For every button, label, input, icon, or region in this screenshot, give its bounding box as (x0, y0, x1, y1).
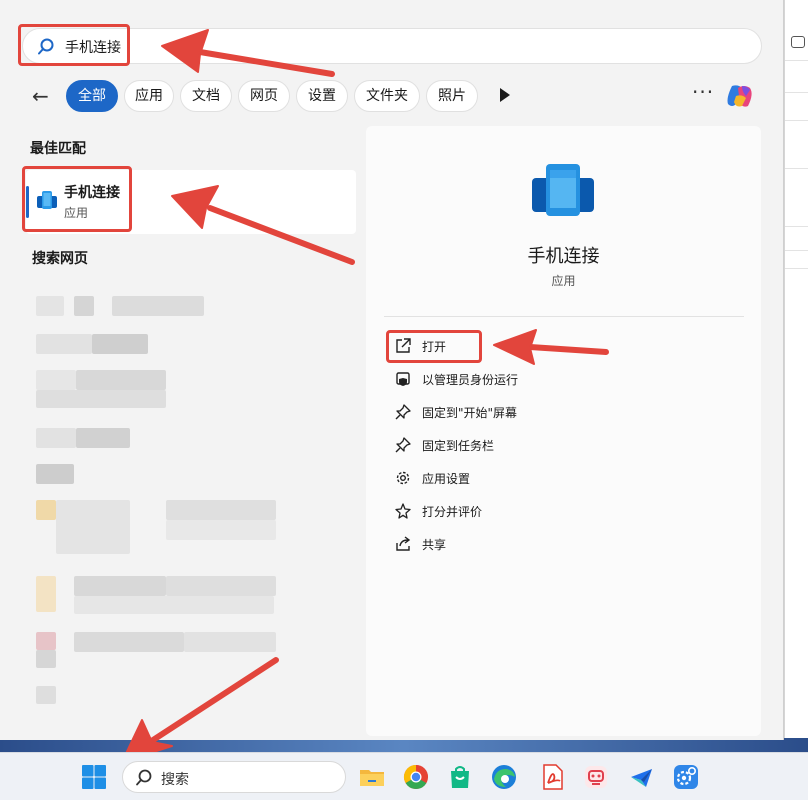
settings-app-icon[interactable] (672, 763, 700, 791)
action-run-as-admin-label: 以管理员身份运行 (422, 373, 519, 387)
action-app-settings-label: 应用设置 (422, 472, 471, 486)
search-panel: 手机连接 ← 全部 应用 文档 网页 设置 文件夹 照片 ··· 最佳匹配 手机… (0, 0, 784, 740)
share-icon (396, 536, 411, 551)
chat-icon (791, 36, 805, 48)
web-search-title: 搜索网页 (32, 251, 88, 267)
preview-app-name: 手机连接 (527, 246, 600, 267)
action-pin-start-label: 固定到"开始"屏幕 (422, 406, 518, 420)
filter-settings[interactable]: 设置 (296, 80, 348, 112)
filter-documents[interactable]: 文档 (180, 80, 232, 112)
back-arrow-icon[interactable]: ← (32, 86, 54, 108)
phone-link-large-icon (532, 164, 594, 216)
file-explorer-icon[interactable] (358, 763, 386, 791)
pin-icon (395, 404, 411, 420)
annotation-box-best-match (22, 166, 132, 232)
action-pin-start[interactable]: 固定到"开始"屏幕 (392, 398, 592, 426)
filter-apps[interactable]: 应用 (124, 80, 174, 112)
more-options-icon[interactable]: ··· (692, 80, 714, 104)
filter-folders[interactable]: 文件夹 (354, 80, 420, 112)
store-bag-icon[interactable] (446, 763, 474, 791)
background-window (784, 0, 808, 740)
action-pin-taskbar-label: 固定到任务栏 (422, 439, 495, 453)
chrome-icon[interactable] (402, 763, 430, 791)
filter-all[interactable]: 全部 (66, 80, 118, 112)
action-rate-review[interactable]: 打分并评价 (392, 497, 592, 525)
taskbar-search-placeholder: 搜索 (161, 772, 189, 788)
search-icon (136, 769, 152, 786)
admin-shield-icon (396, 372, 410, 386)
copilot-icon[interactable] (724, 82, 756, 110)
edge-icon[interactable] (490, 763, 518, 791)
search-input[interactable]: 手机连接 (22, 28, 762, 64)
annotation-box-search (18, 24, 130, 66)
action-run-as-admin[interactable]: 以管理员身份运行 (392, 365, 592, 393)
filter-photos[interactable]: 照片 (426, 80, 478, 112)
windows-start-icon[interactable] (80, 763, 108, 791)
taskbar: 搜索 (0, 752, 808, 800)
more-filters-arrow-icon[interactable] (500, 88, 510, 102)
pin-icon (395, 437, 411, 453)
best-match-title: 最佳匹配 (30, 141, 86, 157)
pdf-reader-icon[interactable] (538, 763, 566, 791)
preview-app-type: 应用 (551, 274, 576, 288)
action-share[interactable]: 共享 (392, 530, 592, 558)
action-pin-taskbar[interactable]: 固定到任务栏 (392, 431, 592, 459)
taskbar-search-box[interactable]: 搜索 (122, 761, 346, 793)
star-rating-icon (395, 503, 411, 519)
divider (384, 316, 744, 317)
robot-app-icon[interactable] (582, 763, 610, 791)
annotation-box-open (386, 330, 482, 363)
preview-pane: 手机连接 应用 打开 以管理员身份运行 固定到"开始"屏幕 固定到任务栏 应用设… (366, 126, 761, 736)
filter-web[interactable]: 网页 (238, 80, 290, 112)
gear-icon (396, 471, 410, 485)
action-rate-review-label: 打分并评价 (422, 505, 483, 519)
action-app-settings[interactable]: 应用设置 (392, 464, 592, 492)
desktop-wallpaper (0, 738, 808, 752)
feishu-icon[interactable] (628, 763, 656, 791)
action-share-label: 共享 (422, 538, 447, 552)
